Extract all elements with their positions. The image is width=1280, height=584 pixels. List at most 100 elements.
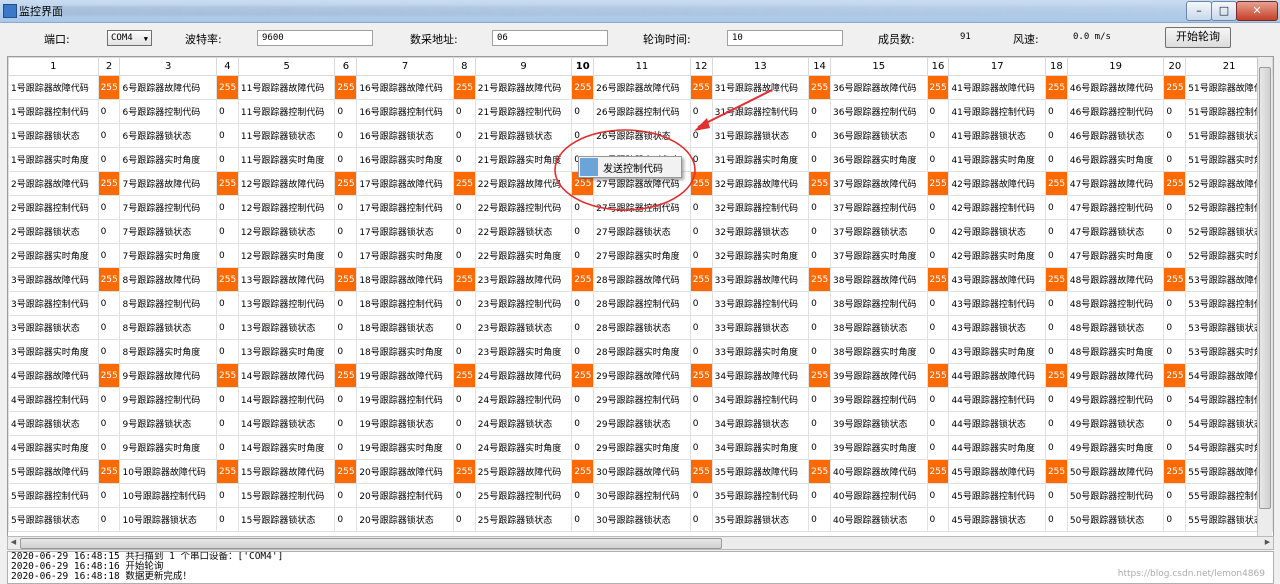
tracker-field-name[interactable]: 6号跟踪器故障代码 — [119, 75, 217, 100]
tracker-field-name[interactable]: 29号跟踪器实时角度 — [593, 435, 691, 460]
tracker-field-value[interactable]: 0 — [1163, 411, 1187, 436]
tracker-field-name[interactable]: 44号跟踪器故障代码 — [948, 363, 1046, 388]
tracker-field-value[interactable]: 0 — [334, 315, 358, 340]
tracker-field-name[interactable]: 10号跟踪器锁状态 — [119, 507, 217, 532]
tracker-field-name[interactable]: 27号跟踪器控制代码 — [593, 195, 691, 220]
tracker-field-value[interactable]: 0 — [571, 243, 595, 268]
tracker-field-name[interactable]: 42号跟踪器实时角度 — [948, 243, 1046, 268]
tracker-field-name[interactable]: 15号跟踪器控制代码 — [237, 483, 336, 508]
table-row[interactable]: 3号跟踪器控制代码 0 8号跟踪器控制代码 0 13号跟踪器控制代码 0 18号跟踪器控制代… — [8, 291, 1273, 316]
table-row[interactable]: 4号跟踪器锁状态 0 9号跟踪器锁状态 0 14号跟踪器锁状态 0 19号跟踪器锁状态 0 24… — [8, 411, 1273, 436]
tracker-field-name[interactable]: 48号跟踪器故障代码 — [1066, 267, 1165, 292]
tracker-field-name[interactable]: 43号跟踪器控制代码 — [948, 291, 1046, 316]
tracker-field-value[interactable]: 0 — [216, 195, 239, 220]
tracker-field-value[interactable]: 0 — [334, 147, 358, 172]
tracker-field-value[interactable]: 0 — [452, 219, 476, 244]
fault-code-value[interactable]: 255 — [216, 171, 239, 196]
fault-code-value[interactable]: 255 — [1163, 459, 1187, 484]
tracker-field-name[interactable]: 28号跟踪器故障代码 — [593, 267, 691, 292]
tracker-field-name[interactable]: 36号跟踪器锁状态 — [830, 123, 928, 148]
tracker-field-name[interactable]: 24号跟踪器锁状态 — [474, 411, 573, 436]
tracker-field-name[interactable]: 30号跟踪器故障代码 — [593, 459, 691, 484]
tracker-field-name[interactable]: 38号跟踪器故障代码 — [830, 267, 928, 292]
fault-code-value[interactable]: 255 — [1163, 267, 1187, 292]
tracker-field-value[interactable]: 0 — [808, 219, 832, 244]
tracker-field-name[interactable]: 11号跟踪器锁状态 — [237, 123, 336, 148]
tracker-field-name[interactable]: 11号跟踪器控制代码 — [237, 99, 336, 124]
tracker-field-value[interactable]: 0 — [97, 507, 121, 532]
fault-code-value[interactable]: 255 — [571, 363, 595, 388]
tracker-field-value[interactable]: 0 — [689, 315, 713, 340]
tracker-field-value[interactable]: 0 — [334, 339, 358, 364]
fault-code-value[interactable]: 255 — [216, 363, 239, 388]
vertical-scrollbar[interactable] — [1257, 57, 1272, 536]
tracker-field-name[interactable]: 1号跟踪器实时角度 — [8, 147, 99, 172]
tracker-field-name[interactable]: 17号跟踪器实时角度 — [356, 243, 454, 268]
tracker-field-value[interactable]: 0 — [452, 483, 476, 508]
tracker-field-name[interactable]: 12号跟踪器故障代码 — [237, 171, 336, 196]
column-header[interactable]: 16 — [926, 57, 950, 76]
tracker-field-name[interactable]: 13号跟踪器实时角度 — [237, 339, 336, 364]
tracker-field-name[interactable]: 48号跟踪器实时角度 — [1066, 339, 1165, 364]
tracker-field-value[interactable]: 0 — [452, 387, 476, 412]
fault-code-value[interactable]: 255 — [452, 363, 476, 388]
table-row[interactable]: 5号跟踪器故障代码 255 10号跟踪器故障代码 255 15号跟踪器故障代码 255 20… — [8, 459, 1273, 484]
fault-code-value[interactable]: 255 — [926, 75, 950, 100]
send-control-code-menu-item[interactable]: 发送控制代码 — [603, 160, 663, 175]
tracker-field-value[interactable]: 0 — [1044, 219, 1068, 244]
tracker-field-value[interactable]: 0 — [334, 435, 358, 460]
tracker-field-name[interactable]: 17号跟踪器锁状态 — [356, 219, 454, 244]
tracker-field-name[interactable]: 35号跟踪器故障代码 — [711, 459, 810, 484]
tracker-field-value[interactable]: 0 — [216, 435, 239, 460]
fault-code-value[interactable]: 255 — [689, 459, 713, 484]
column-header[interactable]: 17 — [948, 57, 1046, 76]
table-row[interactable]: 1号跟踪器控制代码 0 6号跟踪器控制代码 0 11号跟踪器控制代码 0 16号跟踪器控制代… — [8, 99, 1273, 124]
tracker-field-value[interactable]: 0 — [334, 291, 358, 316]
tracker-field-name[interactable]: 4号跟踪器故障代码 — [8, 363, 99, 388]
tracker-field-name[interactable]: 40号跟踪器锁状态 — [830, 507, 928, 532]
tracker-field-value[interactable]: 0 — [1044, 291, 1068, 316]
tracker-field-name[interactable]: 13号跟踪器故障代码 — [237, 267, 336, 292]
tracker-field-value[interactable]: 0 — [334, 483, 358, 508]
tracker-field-value[interactable]: 0 — [1163, 291, 1187, 316]
tracker-field-name[interactable]: 42号跟踪器锁状态 — [948, 219, 1046, 244]
tracker-field-name[interactable]: 43号跟踪器实时角度 — [948, 339, 1046, 364]
tracker-field-name[interactable]: 14号跟踪器实时角度 — [237, 435, 336, 460]
tracker-field-value[interactable]: 0 — [1044, 435, 1068, 460]
tracker-field-value[interactable]: 0 — [1163, 147, 1187, 172]
tracker-field-value[interactable]: 0 — [97, 291, 121, 316]
tracker-field-name[interactable]: 19号跟踪器实时角度 — [356, 435, 454, 460]
tracker-field-value[interactable]: 0 — [97, 219, 121, 244]
tracker-field-name[interactable]: 12号跟踪器锁状态 — [237, 219, 336, 244]
tracker-field-value[interactable]: 0 — [571, 291, 595, 316]
tracker-field-name[interactable]: 49号跟踪器锁状态 — [1066, 411, 1165, 436]
tracker-field-name[interactable]: 23号跟踪器故障代码 — [474, 267, 573, 292]
tracker-field-name[interactable]: 48号跟踪器控制代码 — [1066, 291, 1165, 316]
tracker-field-name[interactable]: 15号跟踪器故障代码 — [237, 459, 336, 484]
baud-input[interactable]: 9600 — [257, 30, 373, 46]
tracker-field-name[interactable]: 3号跟踪器锁状态 — [8, 315, 99, 340]
tracker-field-name[interactable]: 2号跟踪器锁状态 — [8, 219, 99, 244]
table-row[interactable]: 5号跟踪器控制代码 0 10号跟踪器控制代码 0 15号跟踪器控制代码 0 20号跟踪器控制… — [8, 483, 1273, 508]
tracker-field-value[interactable]: 0 — [1044, 339, 1068, 364]
tracker-field-value[interactable]: 0 — [926, 123, 950, 148]
tracker-field-value[interactable]: 0 — [452, 123, 476, 148]
tracker-field-value[interactable]: 0 — [1163, 99, 1187, 124]
tracker-field-name[interactable]: 34号跟踪器故障代码 — [711, 363, 810, 388]
tracker-field-value[interactable]: 0 — [216, 123, 239, 148]
tracker-field-value[interactable]: 0 — [571, 99, 595, 124]
tracker-field-value[interactable]: 0 — [689, 99, 713, 124]
tracker-field-value[interactable]: 0 — [926, 147, 950, 172]
tracker-field-name[interactable]: 21号跟踪器锁状态 — [474, 123, 573, 148]
tracker-field-value[interactable]: 0 — [689, 411, 713, 436]
tracker-field-value[interactable]: 0 — [926, 507, 950, 532]
tracker-field-value[interactable]: 0 — [808, 195, 832, 220]
tracker-field-name[interactable]: 29号跟踪器锁状态 — [593, 411, 691, 436]
table-row[interactable]: 4号跟踪器故障代码 255 9号跟踪器故障代码 255 14号跟踪器故障代码 255 19号… — [8, 363, 1273, 388]
tracker-field-value[interactable]: 0 — [1044, 243, 1068, 268]
tracker-field-value[interactable]: 0 — [926, 99, 950, 124]
tracker-field-name[interactable]: 31号跟踪器故障代码 — [711, 75, 810, 100]
tracker-field-name[interactable]: 28号跟踪器实时角度 — [593, 339, 691, 364]
tracker-field-value[interactable]: 0 — [97, 195, 121, 220]
tracker-field-name[interactable]: 28号跟踪器锁状态 — [593, 315, 691, 340]
